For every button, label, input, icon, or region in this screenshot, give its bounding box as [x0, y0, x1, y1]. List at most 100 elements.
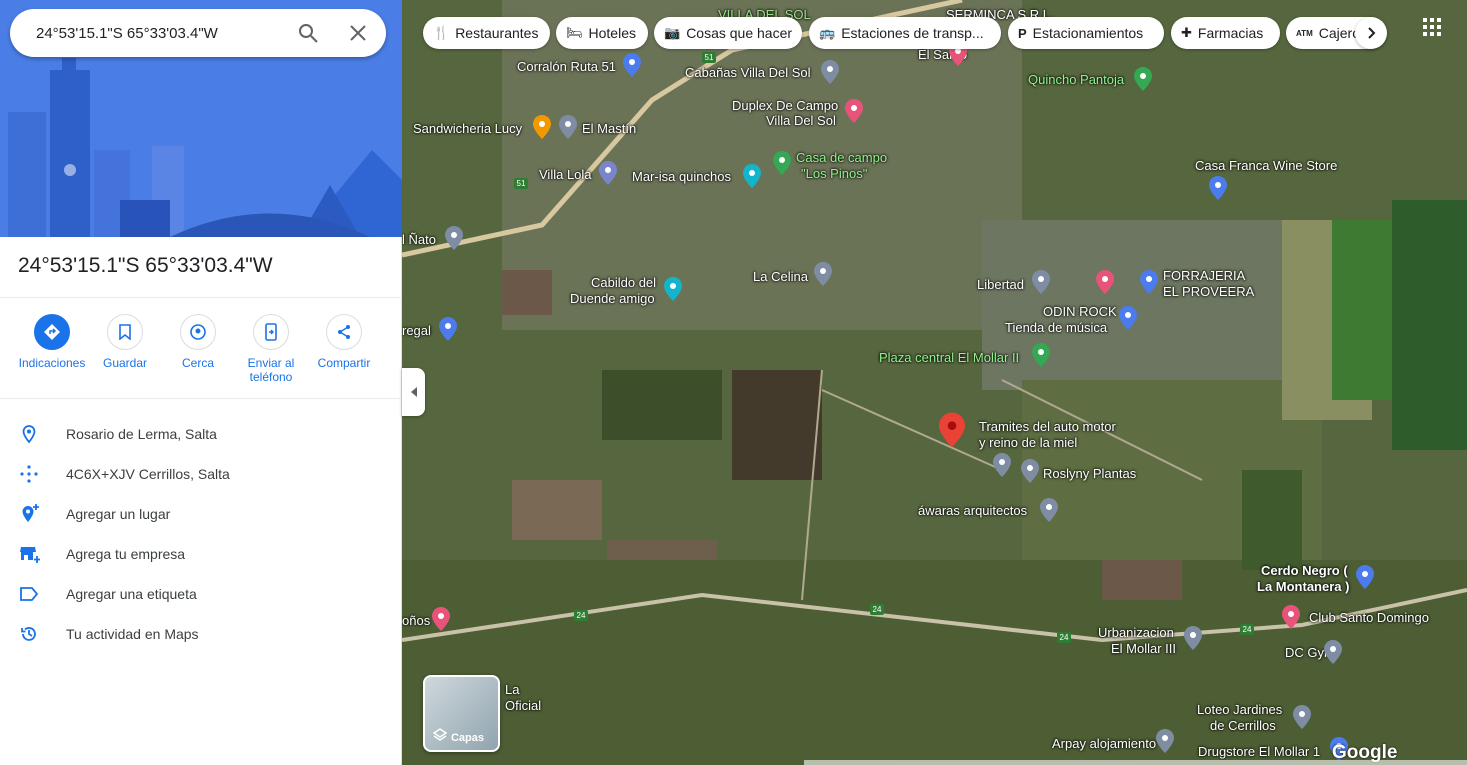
map-label[interactable]: Mar-isa quinchos	[632, 169, 731, 185]
layers-button[interactable]: Capas	[423, 675, 500, 752]
shop-pin-icon[interactable]	[1119, 306, 1137, 330]
map-label[interactable]: El Mollar III	[1111, 641, 1176, 657]
place-pin-icon[interactable]	[1156, 729, 1174, 753]
place-pin-icon[interactable]	[1040, 498, 1058, 522]
info-plus-code[interactable]: 4C6X+XJV Cerrillos, Salta	[0, 454, 402, 494]
chip-label: Hoteles	[588, 25, 636, 41]
info-address[interactable]: Rosario de Lerma, Salta	[0, 414, 402, 454]
attraction-pin-icon[interactable]	[743, 164, 761, 188]
chip-cosas-que-hacer[interactable]: 📷 Cosas que hacer	[654, 17, 802, 49]
place-pin-icon[interactable]	[599, 161, 617, 185]
save-button[interactable]: Guardar	[89, 312, 161, 370]
nearby-button[interactable]: Cerca	[162, 312, 234, 370]
park-pin-icon[interactable]	[1032, 343, 1050, 367]
map-label[interactable]: Duende amigo	[570, 291, 655, 307]
chip-estaciones[interactable]: 🚌 Estaciones de transp...	[809, 17, 1001, 49]
map-label[interactable]: regal	[402, 323, 431, 339]
search-input[interactable]	[34, 23, 284, 43]
place-pin-icon[interactable]	[1021, 459, 1039, 483]
map-label[interactable]: Tramites del auto motor	[979, 419, 1116, 435]
chip-restaurantes[interactable]: 🍴 Restaurantes	[423, 17, 550, 49]
map-label[interactable]: l Ñato	[402, 232, 436, 248]
chips-next-button[interactable]	[1355, 17, 1387, 49]
chip-farmacias[interactable]: ✚ Farmacias	[1171, 17, 1280, 49]
place-pin-icon[interactable]	[1032, 270, 1050, 294]
map-label[interactable]: Urbanizacion	[1098, 625, 1174, 641]
park-pin-icon[interactable]	[1134, 67, 1152, 91]
place-pin-icon[interactable]	[1324, 640, 1342, 664]
shop-pin-icon[interactable]	[1209, 176, 1227, 200]
dropped-pin-icon[interactable]	[939, 412, 965, 448]
place-pin-icon[interactable]	[993, 453, 1011, 477]
map-label[interactable]: Loteo Jardines	[1197, 702, 1282, 718]
send-to-phone-button[interactable]: Enviar al teléfono	[235, 312, 307, 384]
chip-estacionamientos[interactable]: P Estacionamientos	[1008, 17, 1164, 49]
map-label[interactable]: Arpay alojamiento	[1052, 736, 1156, 752]
map-label[interactable]: Tienda de música	[1005, 320, 1107, 336]
chip-label: Cosas que hacer	[686, 25, 793, 41]
map-label[interactable]: EL PROVEERA	[1163, 284, 1254, 300]
map-label[interactable]: "Los Pinos"	[801, 166, 867, 182]
map-label[interactable]: Quincho Pantoja	[1028, 72, 1124, 88]
chip-label: Cajero	[1318, 25, 1360, 41]
info-activity[interactable]: Tu actividad en Maps	[0, 614, 402, 654]
place-pin-icon[interactable]	[445, 226, 463, 250]
hotel-pin-icon[interactable]	[432, 607, 450, 631]
search-icon[interactable]	[296, 21, 320, 45]
map-label[interactable]: Plaza central El Mollar II	[879, 350, 1019, 366]
directions-button[interactable]: Indicaciones	[16, 312, 88, 370]
map-label[interactable]: FORRAJERIA	[1163, 268, 1245, 284]
map-label[interactable]: Corralón Ruta 51	[517, 59, 616, 75]
map-label[interactable]: Villa Lola	[539, 167, 592, 183]
park-pin-icon[interactable]	[773, 151, 791, 175]
restaurant-pin-icon[interactable]	[533, 115, 551, 139]
map-label[interactable]: Drugstore El Mollar 1	[1198, 744, 1320, 760]
map-label[interactable]: La Montanera )	[1257, 579, 1349, 595]
map-label[interactable]: Casa de campo	[796, 150, 887, 166]
location-pin-icon	[22, 425, 36, 444]
shop-pin-icon[interactable]	[439, 317, 457, 341]
map-label[interactable]: Casa Franca Wine Store	[1195, 158, 1337, 174]
map-label[interactable]: La	[505, 682, 519, 698]
hotel-pin-icon[interactable]	[1096, 270, 1114, 294]
hotel-pin-icon[interactable]	[1282, 605, 1300, 629]
shop-pin-icon[interactable]	[1356, 565, 1374, 589]
info-add-label[interactable]: Agregar una etiqueta	[0, 574, 402, 614]
map-label[interactable]: Cerdo Negro (	[1261, 563, 1348, 579]
collapse-panel-button[interactable]	[402, 368, 425, 416]
info-add-business[interactable]: Agrega tu empresa	[0, 534, 402, 574]
place-pin-icon[interactable]	[1184, 626, 1202, 650]
map-label[interactable]: Libertad	[977, 277, 1024, 293]
map-label[interactable]: Villa Del Sol	[766, 113, 836, 129]
satellite-map[interactable]: VILLA DEL SOL SERMINCA S.R.L. El Sarito …	[402, 0, 1467, 765]
chip-hoteles[interactable]: 🛏 Hoteles	[556, 17, 648, 49]
attraction-pin-icon[interactable]	[664, 277, 682, 301]
hotel-pin-icon[interactable]	[845, 99, 863, 123]
info-add-place[interactable]: Agregar un lugar	[0, 494, 402, 534]
shop-pin-icon[interactable]	[1140, 270, 1158, 294]
place-pin-icon[interactable]	[1293, 705, 1311, 729]
map-label[interactable]: Cabildo del	[591, 275, 656, 291]
place-pin-icon[interactable]	[559, 115, 577, 139]
map-label[interactable]: Duplex De Campo	[732, 98, 838, 114]
map-label[interactable]: de Cerrillos	[1210, 718, 1276, 734]
place-pin-icon[interactable]	[821, 60, 839, 84]
action-label: Guardar	[102, 356, 148, 370]
shop-pin-icon[interactable]	[623, 53, 641, 77]
map-label[interactable]: La Celina	[753, 269, 808, 285]
map-label[interactable]: áwaras arquitectos	[918, 503, 1027, 519]
divider	[0, 297, 402, 298]
close-icon[interactable]	[346, 21, 370, 45]
place-pin-icon[interactable]	[814, 262, 832, 286]
map-label[interactable]: oños	[402, 613, 430, 629]
map-label[interactable]: Sandwicheria Lucy	[413, 121, 522, 137]
map-label[interactable]: ODIN ROCK	[1043, 304, 1117, 320]
apps-grid-icon[interactable]	[1422, 17, 1442, 37]
share-button[interactable]: Compartir	[308, 312, 380, 370]
map-label[interactable]: Roslyny Plantas	[1043, 466, 1136, 482]
map-label[interactable]: y reino de la miel	[979, 435, 1077, 451]
map-label[interactable]: Cabañas Villa Del Sol	[685, 65, 811, 81]
map-label[interactable]: Oficial	[505, 698, 541, 714]
map-label[interactable]: Club Santo Domingo	[1309, 610, 1429, 626]
map-label[interactable]: El Mastín	[582, 121, 636, 137]
